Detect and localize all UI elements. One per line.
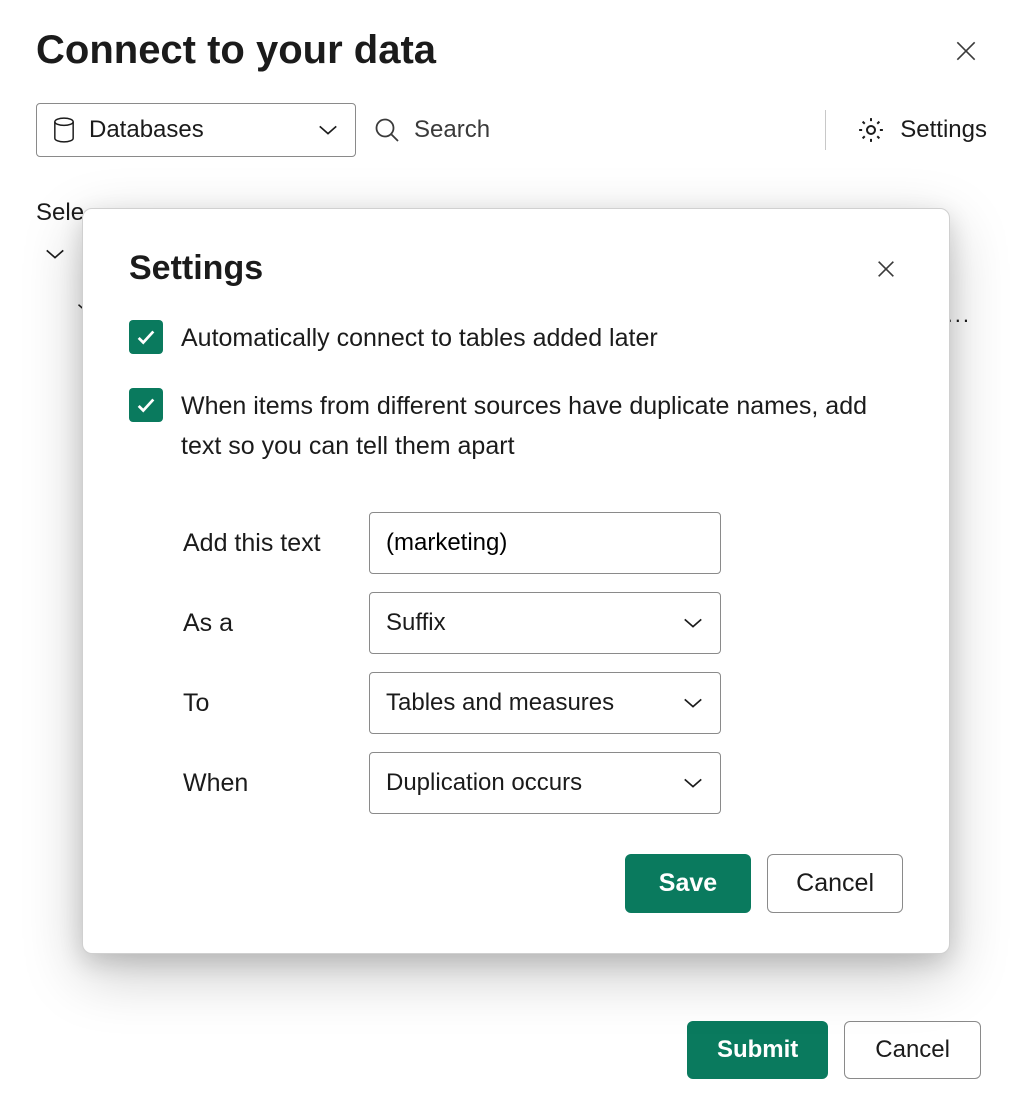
modal-close-button[interactable]: [869, 252, 903, 286]
settings-button[interactable]: Settings: [856, 115, 987, 145]
modal-cancel-button[interactable]: Cancel: [767, 854, 903, 913]
when-select[interactable]: Duplication occurs: [369, 752, 721, 814]
separator: [825, 110, 826, 150]
to-label: To: [183, 689, 369, 718]
cancel-button[interactable]: Cancel: [844, 1021, 981, 1079]
duplicate-names-checkbox[interactable]: [129, 388, 163, 422]
submit-button[interactable]: Submit: [687, 1021, 828, 1079]
add-text-label: Add this text: [183, 529, 369, 558]
check-icon: [135, 326, 157, 348]
search-input[interactable]: [414, 116, 614, 144]
duplicate-names-label: When items from different sources have d…: [181, 386, 903, 466]
chevron-down-icon: [317, 123, 339, 137]
gear-icon: [856, 115, 886, 145]
settings-modal: Settings Automatically connect to tables…: [82, 208, 950, 954]
chevron-down-icon: [682, 616, 704, 630]
close-button[interactable]: [945, 30, 987, 72]
page-title: Connect to your data: [36, 28, 436, 73]
as-a-value: Suffix: [386, 609, 446, 637]
overflow-menu[interactable]: ...: [947, 302, 971, 328]
as-a-select[interactable]: Suffix: [369, 592, 721, 654]
modal-title: Settings: [129, 249, 263, 288]
auto-connect-checkbox[interactable]: [129, 320, 163, 354]
chevron-down-icon: [682, 696, 704, 710]
check-icon: [135, 394, 157, 416]
search-icon: [374, 117, 400, 143]
close-icon: [953, 38, 979, 64]
when-value: Duplication occurs: [386, 769, 582, 797]
to-select[interactable]: Tables and measures: [369, 672, 721, 734]
auto-connect-label: Automatically connect to tables added la…: [181, 318, 658, 358]
database-icon: [53, 117, 75, 143]
close-icon: [875, 258, 897, 280]
add-text-input[interactable]: [369, 512, 721, 574]
chevron-down-icon[interactable]: [44, 247, 66, 261]
save-button[interactable]: Save: [625, 854, 751, 913]
to-value: Tables and measures: [386, 689, 614, 717]
source-dropdown[interactable]: Databases: [36, 103, 356, 157]
settings-button-label: Settings: [900, 116, 987, 144]
as-a-label: As a: [183, 609, 369, 638]
when-label: When: [183, 769, 369, 798]
source-dropdown-label: Databases: [89, 116, 204, 144]
chevron-down-icon: [682, 776, 704, 790]
